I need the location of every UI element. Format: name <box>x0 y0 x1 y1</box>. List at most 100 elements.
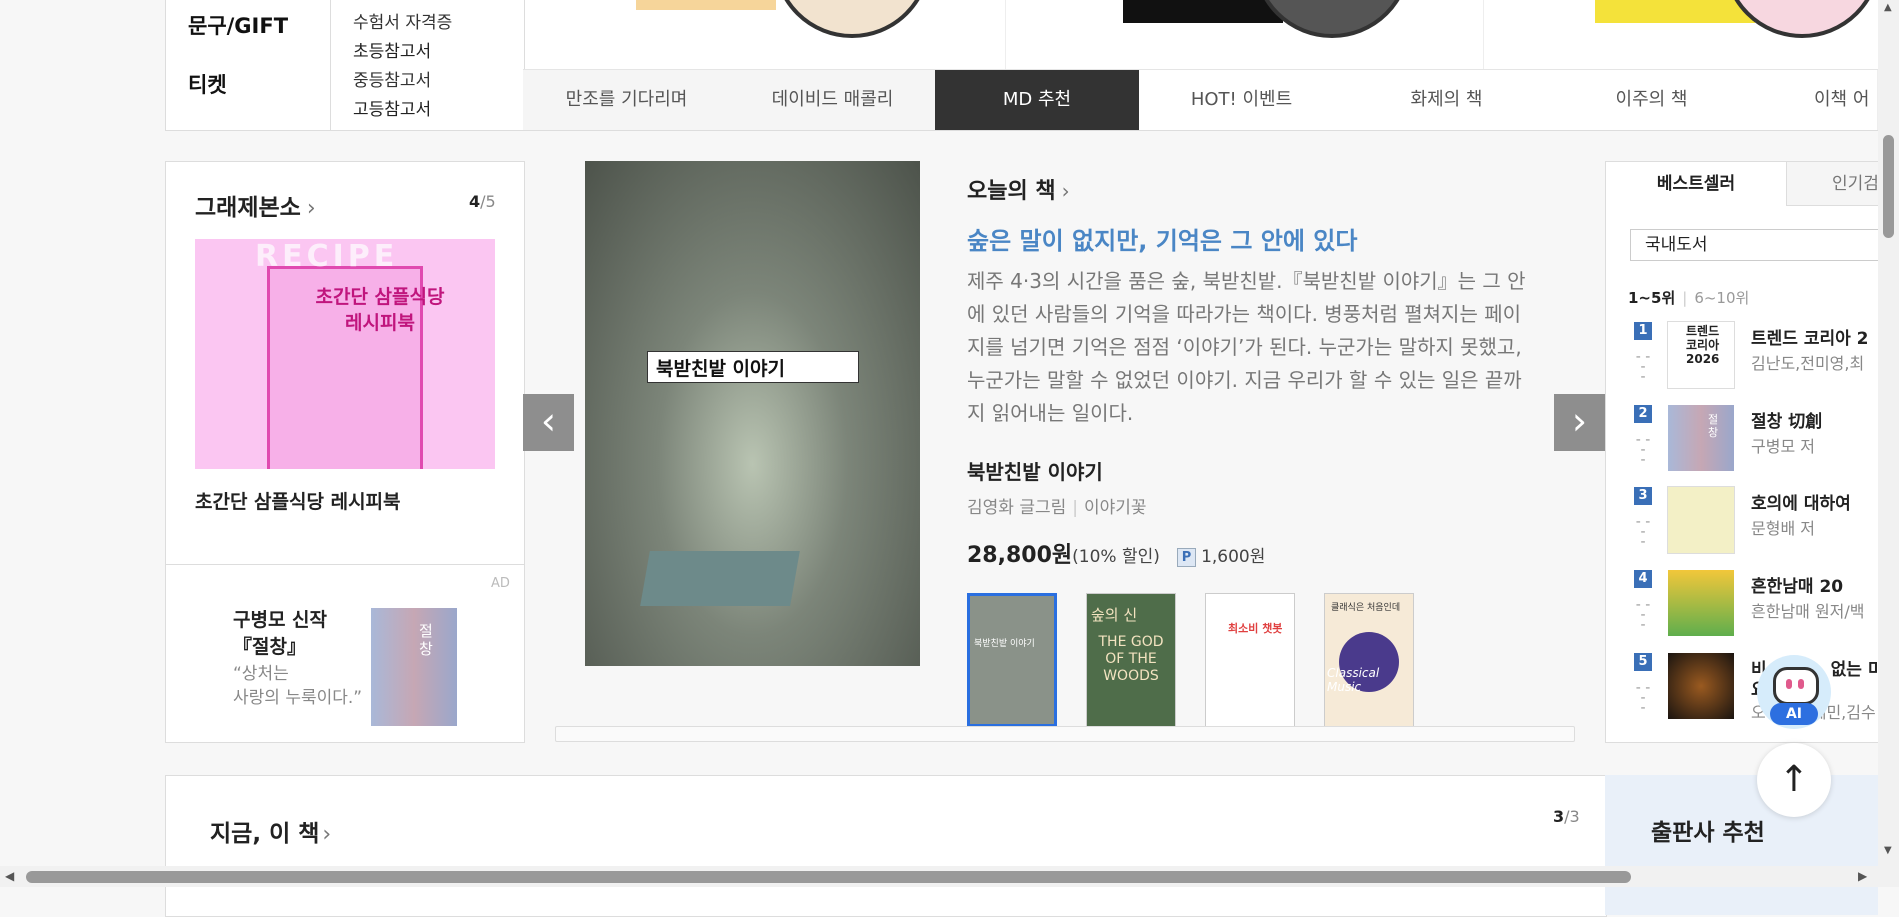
rank-number: 5 <box>1634 653 1652 671</box>
book-title[interactable]: 북받친밭 이야기 <box>967 456 1103 485</box>
scroll-down-icon[interactable]: ▼ <box>1884 845 1892 856</box>
now-this-book-title[interactable]: 지금, 이 책 <box>210 821 319 847</box>
publisher-recommend-section: 출판사 추천 <box>1605 775 1878 915</box>
scroll-up-icon[interactable]: ▲ <box>1884 2 1892 13</box>
category-menu: 문구/GIFT 티켓 수험서 자격증 초등참고서 중등참고서 고등참고서 <box>165 0 525 131</box>
vertical-scroll-thumb[interactable] <box>1883 135 1894 238</box>
rank-item[interactable]: 2 - - -- 절창 절창 切創 구병모 저 <box>1606 405 1879 485</box>
range-1-5[interactable]: 1~5위 <box>1628 289 1675 307</box>
scroll-right-icon[interactable]: ▶ <box>1858 869 1867 883</box>
book-points: 1,600원 <box>1201 547 1266 567</box>
book-headline[interactable]: 숲은 말이 없지만, 기억은 그 안에 있다 <box>967 221 1357 256</box>
rank-title[interactable]: 트렌드 코리아 2 <box>1751 324 1869 349</box>
left-section-title[interactable]: 그래제본소 <box>195 195 301 221</box>
horizontal-scroll-thumb[interactable] <box>26 871 1631 883</box>
main-book-cover[interactable]: 북받친밭 이야기 <box>585 161 920 666</box>
ad-label: AD <box>491 576 510 591</box>
category-elementary[interactable]: 초등참고서 <box>353 37 431 62</box>
arrow-up-icon: ↑ <box>1778 759 1810 800</box>
md-tab-bar: 만조를 기다리며 데이비드 매콜리 MD 추천 HOT! 이벤트 화제의 책 이… <box>523 69 1878 131</box>
thumb-3[interactable]: 최소비 챗봇 <box>1206 594 1294 727</box>
cover-title-box: 북받친밭 이야기 <box>647 351 859 383</box>
rank-cover[interactable] <box>1668 487 1734 553</box>
vertical-scrollbar[interactable]: ▲ ▼ <box>1878 0 1899 872</box>
rank-author: 흔한남매 원저/백 <box>1751 602 1865 621</box>
rank-change: - - -- <box>1635 514 1651 550</box>
rank-cover[interactable] <box>1668 653 1734 719</box>
horizontal-scrollbar[interactable]: ◀ ▶ <box>0 866 1899 887</box>
category-stationery-gift[interactable]: 문구/GIFT <box>188 10 288 40</box>
left-section-header[interactable]: 그래제본소 › <box>195 188 316 222</box>
banner-strip[interactable] <box>523 0 1881 71</box>
ai-chat-button[interactable]: AI <box>1757 655 1831 729</box>
chevron-right-icon: › <box>322 822 332 847</box>
ad-book-cover[interactable]: 절창 <box>371 608 457 726</box>
thumb-2[interactable]: 숲의 신 THE GOD OF THE WOODS <box>1087 594 1175 727</box>
thumb-1[interactable]: 북받친밭 이야기 <box>967 593 1057 727</box>
tab-bestseller[interactable]: 베스트셀러 <box>1606 162 1787 206</box>
rank-cover[interactable] <box>1668 570 1734 636</box>
rank-cover[interactable]: 절창 <box>1668 405 1734 471</box>
rank-item[interactable]: 3 - - -- 호의에 대하여 문형배 저 <box>1606 487 1879 567</box>
rank-cover[interactable]: 트렌드 코리아 2026 <box>1668 322 1734 388</box>
pager-current: 4 <box>469 192 481 211</box>
rank-author: 문형배 저 <box>1751 519 1815 538</box>
category-exam-books[interactable]: 수험서 자격증 <box>353 8 452 33</box>
left-book-cover[interactable]: RECIPE 초간단 삼플식당 레시피북 <box>195 239 495 469</box>
prev-arrow-button[interactable]: ‹ <box>523 394 574 451</box>
tab-this-book[interactable]: 이책 어 <box>1754 70 1878 130</box>
thumb-scrollbar[interactable] <box>555 726 1575 742</box>
rank-title[interactable]: 절창 切創 <box>1751 407 1822 432</box>
tab-hot-book[interactable]: 화제의 책 <box>1344 70 1550 130</box>
tab-david[interactable]: 데이비드 매콜리 <box>730 70 936 130</box>
tab-md-pick[interactable]: MD 추천 <box>935 70 1140 130</box>
banner-divider <box>1005 0 1006 70</box>
banner-circle-1[interactable] <box>773 0 931 38</box>
thumb-1-label: 북받친밭 이야기 <box>974 639 1035 649</box>
banner-image-3[interactable] <box>1595 0 1755 23</box>
book-publisher[interactable]: 이야기꽃 <box>1084 498 1147 518</box>
rank-item[interactable]: 5 - - -- 비없는 미 요 오혜민,김수 <box>1606 653 1883 733</box>
tab-week-book[interactable]: 이주의 책 <box>1549 70 1755 130</box>
publisher-recommend-title[interactable]: 출판사 추천 <box>1651 813 1765 847</box>
todays-book-header[interactable]: 오늘의 책 › <box>967 173 1070 205</box>
category-middle[interactable]: 중등참고서 <box>353 66 431 91</box>
category-select[interactable]: 국내도서 <box>1630 229 1879 261</box>
book-discount: (10% 할인) <box>1072 547 1160 567</box>
rank-title[interactable]: 흔한남매 20 <box>1751 572 1843 597</box>
category-main-list: 문구/GIFT 티켓 <box>166 0 331 130</box>
chevron-right-icon: › <box>1061 179 1070 203</box>
todays-book-title[interactable]: 오늘의 책 <box>967 179 1056 204</box>
ad-title-line1[interactable]: 구병모 신작 <box>233 605 327 632</box>
left-book-title[interactable]: 초간단 삼플식당 레시피북 <box>195 487 401 514</box>
ad-quote-line1: “상처는 <box>233 664 289 684</box>
chat-bubble-icon <box>1773 667 1819 705</box>
range-6-10[interactable]: 6~10위 <box>1694 289 1749 307</box>
left-cover-text: 초간단 삼플식당 레시피북 <box>315 286 445 334</box>
rank-item[interactable]: 4 - - -- 흔한남매 20 흔한남매 원저/백 <box>1606 570 1879 650</box>
book-price-row: 28,800원(10% 할인) P 1,600원 <box>967 537 1265 569</box>
next-arrow-button[interactable]: › <box>1554 394 1605 451</box>
rank-cover-text: 트렌드 코리아 2026 <box>1686 324 1720 366</box>
tab-manjo[interactable]: 만조를 기다리며 <box>523 70 731 130</box>
ad-quote-line2: 사랑의 누룩이다.” <box>233 688 363 708</box>
ad-cover-text: 절창 <box>419 622 433 658</box>
tab-popular-search[interactable]: 인기검 <box>1787 162 1879 206</box>
thumb-2-text: THE GOD OF THE WOODS <box>1098 634 1164 684</box>
category-ticket[interactable]: 티켓 <box>188 69 227 99</box>
book-author[interactable]: 김영화 글그림 <box>967 498 1066 518</box>
pager-total: /5 <box>480 192 496 211</box>
banner-image-2[interactable] <box>1123 0 1283 23</box>
book-meta: 김영화 글그림 | 이야기꽃 <box>967 498 1147 518</box>
scroll-left-icon[interactable]: ◀ <box>5 869 14 883</box>
rank-title[interactable]: 호의에 대하여 <box>1751 489 1851 514</box>
thumb-4[interactable]: 클래식은 처음인데 Classical Music <box>1325 594 1413 727</box>
tab-hot-event[interactable]: HOT! 이벤트 <box>1139 70 1345 130</box>
category-high[interactable]: 고등참고서 <box>353 95 431 120</box>
scroll-top-button[interactable]: ↑ <box>1757 743 1831 817</box>
thumb-3-label: 최소비 챗봇 <box>1228 622 1283 635</box>
banner-image-1[interactable] <box>636 0 776 10</box>
rank-item[interactable]: 1 - - -- 트렌드 코리아 2026 트렌드 코리아 2 김난도,전미영,… <box>1606 322 1879 402</box>
now-this-book-header[interactable]: 지금, 이 책 › <box>210 814 331 848</box>
ad-title-line2[interactable]: 『절창』 <box>233 632 306 659</box>
